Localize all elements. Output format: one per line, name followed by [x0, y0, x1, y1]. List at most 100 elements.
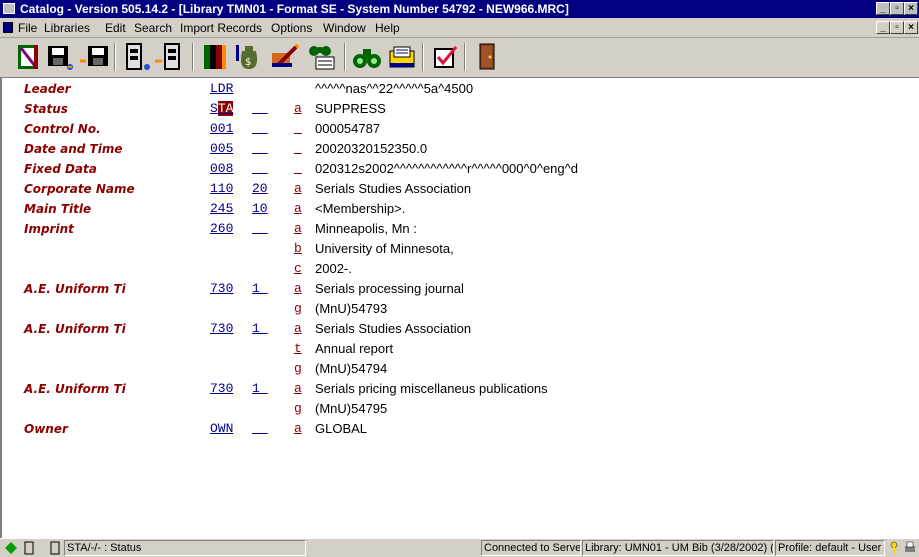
menu-libraries[interactable]: Libraries	[44, 18, 90, 38]
subfield-code[interactable]: a	[294, 100, 302, 118]
close-button[interactable]: ×	[904, 2, 918, 15]
field-value[interactable]: ^^^^^nas^^22^^^^^5a^4500	[315, 80, 473, 98]
key-icon[interactable]	[888, 541, 900, 555]
field-value[interactable]: 2002-.	[315, 260, 352, 278]
field-value[interactable]: GLOBAL	[315, 420, 367, 438]
field-indicators[interactable]: 20	[252, 180, 268, 198]
field-indicators[interactable]	[252, 140, 268, 158]
menu-edit[interactable]: Edit	[105, 18, 126, 38]
menu-search[interactable]: Search	[134, 18, 172, 38]
record-editor[interactable]: Leader LDR ^^^^^nas^^22^^^^^5a^4500 Status S…	[0, 78, 919, 538]
record-field-row[interactable]: Date and Time 005 20020320152350.0	[2, 140, 919, 158]
field-value[interactable]: 20020320152350.0	[315, 140, 427, 158]
field-indicators[interactable]	[252, 420, 268, 438]
binoculars-icon[interactable]	[350, 41, 384, 73]
field-value[interactable]: SUPPRESS	[315, 100, 386, 118]
record-field-row[interactable]: Imprint 260 a Minneapolis, Mn :	[2, 220, 919, 238]
subfield-code[interactable]	[294, 160, 302, 178]
subfield-code[interactable]: a	[294, 220, 302, 238]
record-field-row[interactable]: Owner OWN a GLOBAL	[2, 420, 919, 438]
record-field-row[interactable]: A.E. Uniform Ti 730 1 a Serials Studies Ass…	[2, 320, 919, 338]
index-card-icon[interactable]	[384, 41, 418, 73]
document-icon[interactable]	[3, 22, 13, 33]
record-field-row[interactable]: Main Title 245 10 a <Membership>.	[2, 200, 919, 218]
local-icon[interactable]	[48, 541, 62, 555]
diamond-icon[interactable]	[4, 541, 18, 555]
field-tag[interactable]: 110	[210, 180, 233, 198]
record-field-row[interactable]: Leader LDR ^^^^^nas^^22^^^^^5a^4500	[2, 80, 919, 98]
field-indicators[interactable]	[252, 160, 268, 178]
subfield-code[interactable]: c	[294, 260, 302, 278]
field-value[interactable]: Annual report	[315, 340, 393, 358]
edit-pencil-icon[interactable]	[268, 41, 302, 73]
record-field-row[interactable]: t Annual report	[2, 340, 919, 358]
record-field-row[interactable]: c 2002-.	[2, 260, 919, 278]
subfield-code[interactable]: a	[294, 200, 302, 218]
record-field-row[interactable]: g (MnU)54793	[2, 300, 919, 318]
record-field-row[interactable]: Corporate Name 110 20 a Serials Studies Asso…	[2, 180, 919, 198]
title-bar[interactable]: Catalog - Version 505.14.2 - [Library TM…	[0, 0, 919, 18]
field-tag[interactable]: 260	[210, 220, 233, 238]
field-value[interactable]: Serials processing journal	[315, 280, 464, 298]
field-tag[interactable]: STA	[210, 100, 234, 118]
field-tag[interactable]: OWN	[210, 420, 233, 438]
mdi-close-button[interactable]: ×	[904, 21, 918, 34]
subfield-code[interactable]: a	[294, 380, 302, 398]
server-icon[interactable]	[22, 541, 36, 555]
exit-door-icon[interactable]	[470, 41, 504, 73]
field-value[interactable]: Serials pricing miscellaneus publication…	[315, 380, 548, 398]
mdi-restore-button[interactable]: ▫	[890, 21, 904, 34]
field-indicators[interactable]: 1	[252, 320, 268, 338]
catalog-books-icon[interactable]	[198, 41, 232, 73]
field-tag[interactable]: 001	[210, 120, 233, 138]
field-indicators[interactable]	[252, 100, 268, 118]
record-field-row[interactable]: Fixed Data 008 020312s2002^^^^^^^^^^^^r^^…	[2, 160, 919, 178]
check-box-icon[interactable]	[428, 41, 462, 73]
menu-help[interactable]: Help	[375, 18, 400, 38]
field-value[interactable]: 020312s2002^^^^^^^^^^^^r^^^^^000^0^eng^d	[315, 160, 578, 178]
subfield-code[interactable]: a	[294, 280, 302, 298]
record-field-row[interactable]: Status STA a SUPPRESS	[2, 100, 919, 118]
field-value[interactable]: University of Minnesota,	[315, 240, 454, 258]
subfield-code[interactable]: b	[294, 240, 302, 258]
field-tag[interactable]: 730	[210, 380, 233, 398]
maximize-button[interactable]: ▫	[890, 2, 904, 15]
menu-window[interactable]: Window	[323, 18, 366, 38]
field-indicators[interactable]: 1	[252, 380, 268, 398]
subfield-code[interactable]	[294, 140, 302, 158]
minimize-button[interactable]: _	[876, 2, 890, 15]
field-indicators[interactable]	[252, 120, 268, 138]
record-field-row[interactable]: A.E. Uniform Ti 730 1 a Serials processing …	[2, 280, 919, 298]
record-field-row[interactable]: Control No. 001 000054787	[2, 120, 919, 138]
new-record-icon[interactable]	[12, 41, 46, 73]
field-value[interactable]: <Membership>.	[315, 200, 405, 218]
field-value[interactable]: (MnU)54794	[315, 360, 387, 378]
app-icon[interactable]	[3, 3, 15, 14]
field-value[interactable]: (MnU)54793	[315, 300, 387, 318]
subfield-code[interactable]: t	[294, 340, 302, 358]
binoculars-list-icon[interactable]	[304, 41, 338, 73]
save-local-icon[interactable]	[78, 41, 112, 73]
subfield-code[interactable]: a	[294, 320, 302, 338]
field-value[interactable]: Minneapolis, Mn :	[315, 220, 417, 238]
record-field-row[interactable]: g (MnU)54794	[2, 360, 919, 378]
record-field-row[interactable]: b University of Minnesota,	[2, 240, 919, 258]
record-field-row[interactable]: g (MnU)54795	[2, 400, 919, 418]
menu-import-records[interactable]: Import Records	[180, 18, 262, 38]
menu-file[interactable]: File	[18, 18, 37, 38]
field-indicators[interactable]	[252, 220, 268, 238]
subfield-code[interactable]: g	[294, 300, 302, 318]
field-value[interactable]: 000054787	[315, 120, 380, 138]
open-local-icon[interactable]	[154, 41, 188, 73]
field-indicators[interactable]: 10	[252, 200, 268, 218]
subfield-code[interactable]: g	[294, 360, 302, 378]
field-tag[interactable]: LDR	[210, 80, 233, 98]
field-value[interactable]: Serials Studies Association	[315, 180, 471, 198]
field-indicators[interactable]: 1	[252, 280, 268, 298]
field-value[interactable]: Serials Studies Association	[315, 320, 471, 338]
field-value[interactable]: (MnU)54795	[315, 400, 387, 418]
printer-icon[interactable]	[904, 541, 916, 555]
mdi-minimize-button[interactable]: _	[876, 21, 890, 34]
subfield-code[interactable]: a	[294, 180, 302, 198]
money-bag-icon[interactable]: $	[232, 41, 266, 73]
